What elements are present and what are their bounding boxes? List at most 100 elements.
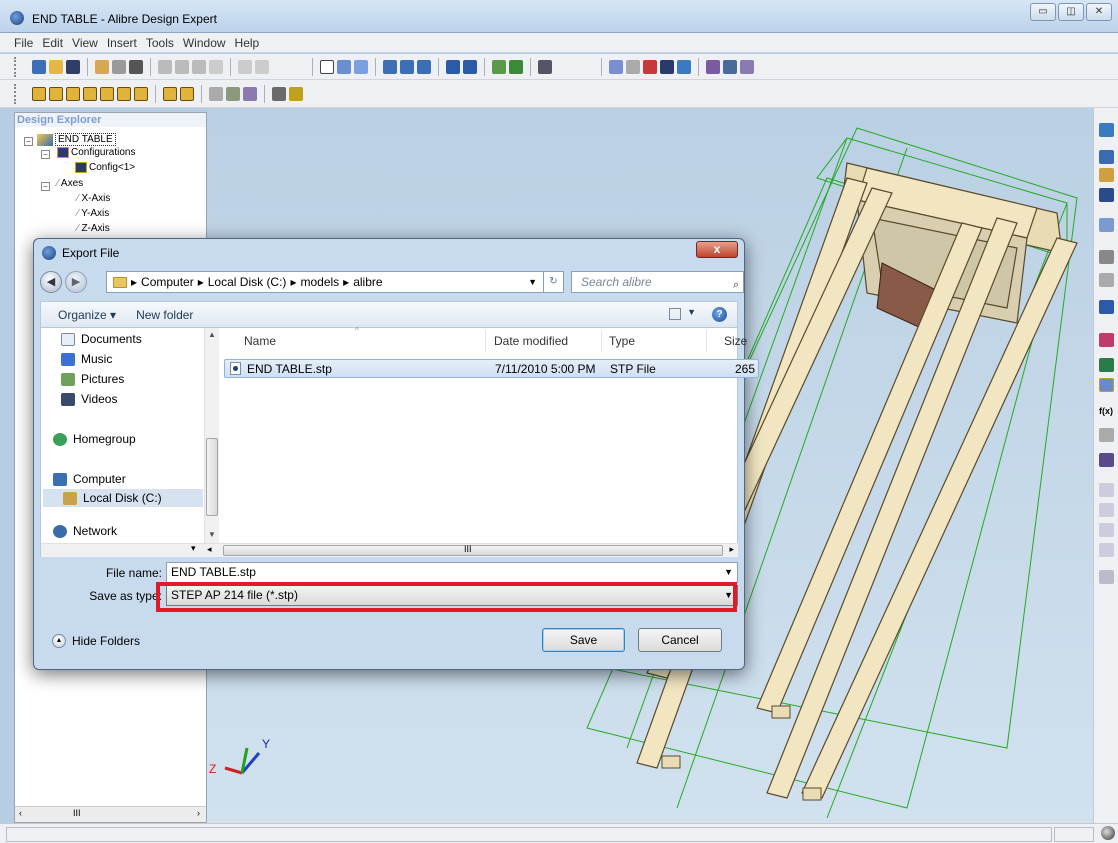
hex-icon[interactable]	[1099, 250, 1114, 264]
tree-item-config-1[interactable]: Config<1>	[75, 162, 135, 173]
mirror-icon[interactable]	[226, 86, 240, 101]
scroll-thumb[interactable]	[206, 438, 218, 516]
breadcrumb-computer[interactable]: Computer	[141, 275, 194, 289]
save-icon[interactable]	[66, 59, 80, 74]
collapse-icon[interactable]: −	[41, 182, 50, 191]
surface-icon[interactable]	[1099, 273, 1114, 287]
file-row[interactable]: END TABLE.stp 7/11/2010 5:00 PM STP File…	[224, 359, 759, 378]
tree-item-x-axis[interactable]: ⁄ X-Axis	[77, 193, 110, 204]
scroll-thumb[interactable]: III	[223, 544, 723, 556]
color-icon[interactable]	[1099, 333, 1114, 347]
tree-item-axes[interactable]: ⁄ Axes	[57, 178, 83, 189]
tool-icon[interactable]	[1099, 503, 1114, 517]
tool-icon[interactable]	[1099, 543, 1114, 557]
thread-icon[interactable]	[289, 86, 303, 101]
cut-icon[interactable]	[158, 59, 172, 74]
extrude-icon[interactable]	[32, 86, 46, 101]
shell-icon[interactable]	[134, 86, 148, 101]
zoom-fit-icon[interactable]	[383, 59, 397, 74]
explorer-horizontal-scrollbar[interactable]: ‹ III ›	[15, 806, 206, 822]
table-icon[interactable]	[660, 59, 674, 74]
undo-icon[interactable]	[238, 59, 252, 74]
minimize-icon[interactable]: ▭	[1030, 3, 1056, 21]
dropdown-arrow-icon[interactable]: ▼	[724, 563, 733, 582]
print-icon[interactable]	[129, 59, 143, 74]
tree-item-z-axis[interactable]: ⁄ Z-Axis	[77, 223, 110, 234]
column-separator[interactable]	[706, 330, 707, 352]
loft-icon[interactable]	[117, 86, 131, 101]
pattern-icon[interactable]	[209, 86, 223, 101]
delete-icon[interactable]	[209, 59, 223, 74]
copy-icon[interactable]	[175, 59, 189, 74]
brush-icon[interactable]	[1099, 453, 1114, 467]
collapse-icon[interactable]: −	[24, 137, 33, 146]
feature-icon[interactable]	[243, 86, 257, 101]
menu-edit[interactable]: Edit	[42, 36, 63, 50]
menu-file[interactable]: File	[14, 36, 33, 50]
revolve-cut-icon[interactable]	[83, 86, 97, 101]
revolve-icon[interactable]	[66, 86, 80, 101]
assembly-icon[interactable]	[1099, 358, 1114, 372]
tree-item-end-table[interactable]: END TABLE	[37, 133, 116, 146]
material-icon[interactable]	[677, 59, 691, 74]
nav-item-music[interactable]: Music	[61, 350, 221, 368]
scroll-left-icon[interactable]: ‹	[19, 808, 22, 818]
scroll-left-icon[interactable]: ◂	[207, 544, 212, 555]
sweep-icon[interactable]	[100, 86, 114, 101]
tool-icon[interactable]	[1099, 523, 1114, 537]
constraint-icon[interactable]	[643, 59, 657, 74]
nav-item-computer[interactable]: Computer	[53, 470, 213, 488]
breadcrumb-local-disk[interactable]: Local Disk (C:)	[208, 275, 287, 289]
plane-icon[interactable]	[1099, 150, 1114, 164]
tree-item-configurations[interactable]: Configurations	[57, 147, 135, 158]
breadcrumb-alibre[interactable]: alibre	[353, 275, 382, 289]
orient-icon[interactable]	[492, 59, 506, 74]
nav-item-videos[interactable]: Videos	[61, 390, 221, 408]
redo-icon[interactable]	[255, 59, 269, 74]
tool-icon[interactable]	[1099, 483, 1114, 497]
cut-extrude-icon[interactable]	[49, 86, 63, 101]
equation-icon[interactable]: f(x)	[1099, 406, 1114, 420]
dialog-close-button[interactable]: x	[696, 241, 738, 258]
grid-icon[interactable]	[1099, 218, 1114, 232]
highlighted-tool-icon[interactable]	[1099, 378, 1114, 392]
tree-item-y-axis[interactable]: ⁄ Y-Axis	[77, 208, 109, 219]
part-view-icon[interactable]	[1099, 300, 1114, 314]
column-size[interactable]: Size	[724, 334, 747, 348]
normal-to-icon[interactable]	[509, 59, 523, 74]
column-type[interactable]: Type	[609, 334, 635, 348]
collapse-icon[interactable]: −	[41, 150, 50, 159]
block-icon[interactable]	[1099, 428, 1114, 442]
sketch-icon[interactable]	[1099, 123, 1114, 137]
zoom-window-icon[interactable]	[400, 59, 414, 74]
previous-view-icon[interactable]	[446, 59, 460, 74]
zoom-icon[interactable]	[417, 59, 431, 74]
display-style-icon[interactable]	[538, 59, 552, 74]
scroll-left-icon[interactable]: ▾	[191, 543, 196, 554]
balance-icon[interactable]	[723, 59, 737, 74]
hide-folders-button[interactable]: ▲ Hide Folders	[52, 634, 140, 648]
menu-window[interactable]: Window	[183, 36, 226, 50]
back-button[interactable]: ◀	[40, 271, 62, 293]
column-date-modified[interactable]: Date modified	[494, 334, 568, 348]
fillet-icon[interactable]	[163, 86, 177, 101]
file-horizontal-scrollbar[interactable]: ▾ ◂ III ▸	[41, 543, 738, 557]
scroll-right-icon[interactable]: ▸	[729, 544, 734, 555]
column-separator[interactable]	[601, 330, 602, 352]
point-icon[interactable]	[1099, 168, 1114, 182]
cancel-button[interactable]: Cancel	[638, 628, 722, 652]
axis-tool-icon[interactable]	[1099, 188, 1114, 202]
toolbar-grip[interactable]	[14, 84, 18, 104]
nav-vertical-scrollbar[interactable]: ▲ ▼	[204, 328, 219, 543]
tool-icon[interactable]	[1099, 570, 1114, 584]
menu-help[interactable]: Help	[235, 36, 260, 50]
open-icon[interactable]	[49, 59, 63, 74]
menu-view[interactable]: View	[72, 36, 98, 50]
rotate-icon[interactable]	[354, 59, 368, 74]
forward-button[interactable]: ▶	[65, 271, 87, 293]
new-part-icon[interactable]	[32, 59, 46, 74]
scroll-up-icon[interactable]: ▲	[208, 330, 216, 339]
select-icon[interactable]	[320, 59, 334, 74]
hole-icon[interactable]	[272, 86, 286, 101]
nav-item-local-disk[interactable]: Local Disk (C:)	[43, 489, 203, 507]
